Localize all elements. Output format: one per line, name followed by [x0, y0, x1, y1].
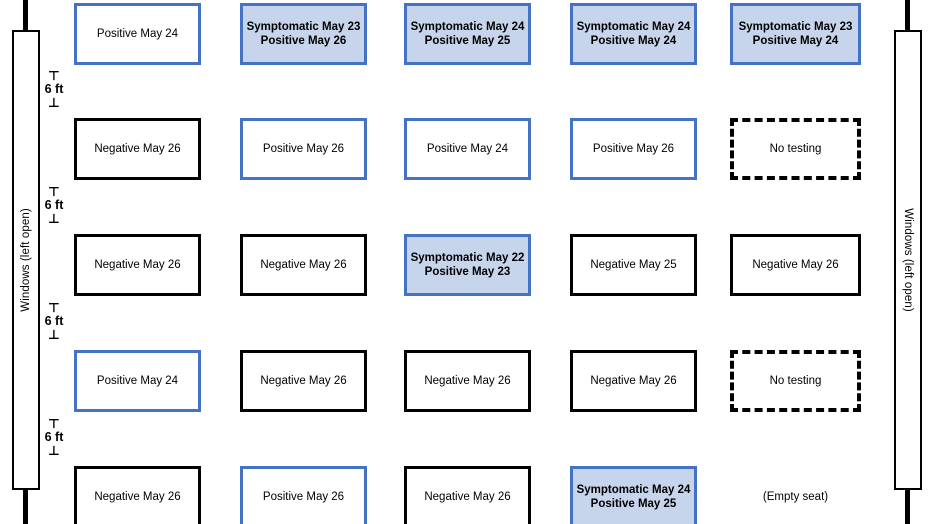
seat-label: Symptomatic May 24 Positive May 24 [576, 21, 691, 47]
seat-r2c3[interactable]: Positive May 24 [404, 118, 531, 180]
seat-r3c5[interactable]: Negative May 26 [730, 234, 861, 296]
seat-r2c4[interactable]: Positive May 26 [570, 118, 697, 180]
seat-label: Positive May 26 [262, 491, 345, 503]
seat-r1c5[interactable]: Symptomatic May 23 Positive May 24 [730, 3, 861, 65]
seat-label: Negative May 26 [424, 375, 511, 387]
seat-r5c2[interactable]: Positive May 26 [240, 466, 367, 524]
seat-r1c1[interactable]: Positive May 24 [74, 3, 201, 65]
seat-r4c2[interactable]: Negative May 26 [240, 350, 367, 412]
seat-label: Positive May 24 [96, 375, 179, 387]
seat-label: Positive May 24 [96, 28, 179, 40]
seat-label: Symptomatic May 22 Positive May 23 [410, 252, 525, 278]
seat-label: Positive May 26 [592, 143, 675, 155]
seat-r3c4[interactable]: Negative May 25 [570, 234, 697, 296]
seat-r4c3[interactable]: Negative May 26 [404, 350, 531, 412]
seat-r4c5[interactable]: No testing [730, 350, 861, 412]
seat-r5c3[interactable]: Negative May 26 [404, 466, 531, 524]
seat-r3c1[interactable]: Negative May 26 [74, 234, 201, 296]
seat-label: Positive May 26 [262, 143, 345, 155]
seat-label: Symptomatic May 24 Positive May 25 [410, 21, 525, 47]
seat-r4c4[interactable]: Negative May 26 [570, 350, 697, 412]
seat-r3c3[interactable]: Symptomatic May 22 Positive May 23 [404, 234, 531, 296]
seat-r3c2[interactable]: Negative May 26 [240, 234, 367, 296]
seat-r2c1[interactable]: Negative May 26 [74, 118, 201, 180]
seat-r1c3[interactable]: Symptomatic May 24 Positive May 25 [404, 3, 531, 65]
seat-r2c2[interactable]: Positive May 26 [240, 118, 367, 180]
seat-label: No testing [769, 375, 822, 387]
seat-r5c5[interactable]: (Empty seat) [730, 466, 861, 524]
seat-label: No testing [769, 143, 822, 155]
seat-r5c1[interactable]: Negative May 26 [74, 466, 201, 524]
seat-label: (Empty seat) [762, 491, 829, 503]
seat-r4c1[interactable]: Positive May 24 [74, 350, 201, 412]
seat-r1c4[interactable]: Symptomatic May 24 Positive May 24 [570, 3, 697, 65]
seat-r2c5[interactable]: No testing [730, 118, 861, 180]
seat-label: Negative May 25 [590, 259, 677, 271]
seat-label: Negative May 26 [752, 259, 839, 271]
seat-label: Negative May 26 [260, 375, 347, 387]
seat-label: Negative May 26 [94, 259, 181, 271]
seat-label: Positive May 24 [426, 143, 509, 155]
seat-r1c2[interactable]: Symptomatic May 23 Positive May 26 [240, 3, 367, 65]
seat-label: Negative May 26 [94, 491, 181, 503]
seat-grid: Positive May 24 Symptomatic May 23 Positi… [0, 0, 932, 524]
seating-diagram: Windows (left open) Windows (left open) … [0, 0, 932, 524]
seat-label: Symptomatic May 23 Positive May 24 [738, 21, 853, 47]
seat-r5c4[interactable]: Symptomatic May 24 Positive May 25 [570, 466, 697, 524]
seat-label: Negative May 26 [94, 143, 181, 155]
seat-label: Symptomatic May 23 Positive May 26 [246, 21, 361, 47]
seat-label: Negative May 26 [424, 491, 511, 503]
seat-label: Negative May 26 [590, 375, 677, 387]
seat-label: Symptomatic May 24 Positive May 25 [576, 484, 691, 510]
seat-label: Negative May 26 [260, 259, 347, 271]
